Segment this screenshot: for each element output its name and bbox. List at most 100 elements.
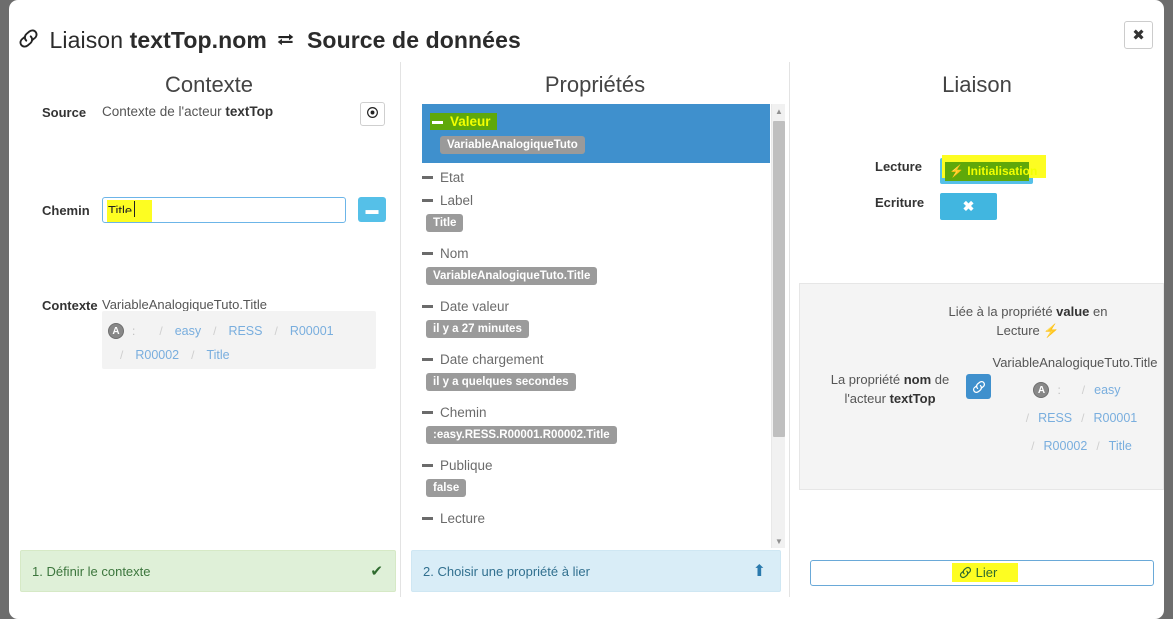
- lecture-button-label: ⚡ Initialisation: [949, 164, 1038, 178]
- ecriture-mode-button[interactable]: ✖: [940, 193, 997, 220]
- exchange-arrows-icon: [276, 31, 295, 54]
- breadcrumb-item[interactable]: Title: [206, 348, 229, 362]
- breadcrumb-item[interactable]: RESS: [1038, 411, 1072, 425]
- breadcrumb-separator: /: [1031, 439, 1035, 453]
- dash-icon: ▬: [365, 202, 379, 217]
- property-item[interactable]: Chemin :easy.RESS.R00001.R00002.Title: [422, 402, 770, 453]
- breadcrumb-row: / RESS / R00001: [996, 404, 1158, 432]
- breadcrumb-item[interactable]: R00001: [1093, 411, 1137, 425]
- property-name-row: Date chargement: [422, 349, 770, 370]
- property-item[interactable]: Date chargement il y a quelques secondes: [422, 349, 770, 400]
- property-item[interactable]: Publique false: [422, 455, 770, 506]
- contexte-path: VariableAnalogiqueTuto.Title: [102, 297, 268, 312]
- breadcrumb-item[interactable]: easy: [175, 324, 201, 338]
- lier-label: Lier: [975, 565, 998, 580]
- chemin-input[interactable]: [102, 197, 346, 223]
- liee-mode: Lecture ⚡: [996, 323, 1060, 338]
- link-indicator-icon: [966, 374, 991, 399]
- step-1-definir-contexte[interactable]: 1. Définir le contexte ✔: [20, 550, 396, 592]
- actor-property-description: La propriété nom de l'acteur textTop: [820, 370, 960, 408]
- breadcrumb-item[interactable]: R00001: [290, 324, 334, 338]
- column-divider-1: [400, 62, 401, 597]
- prop-name: nom: [903, 372, 932, 387]
- scrollbar-thumb[interactable]: [773, 121, 785, 437]
- breadcrumb-row: A : / easy: [996, 376, 1158, 404]
- arrow-up-icon: ⬆: [752, 563, 766, 580]
- property-item[interactable]: Date valeur il y a 27 minutes: [422, 296, 770, 347]
- text-caret: [134, 201, 135, 217]
- property-value-tag: false: [426, 479, 467, 497]
- property-name: Date valeur: [440, 299, 510, 314]
- property-value-tag: il y a 27 minutes: [426, 320, 529, 338]
- prop-pre: La propriété: [830, 372, 904, 387]
- breadcrumb-separator: /: [274, 324, 278, 338]
- breadcrumb-colon: :: [132, 324, 136, 338]
- property-item-selected[interactable]: Valeur VariableAnalogiqueTuto: [422, 104, 770, 163]
- breadcrumb-separator: /: [191, 348, 195, 362]
- link-icon: [18, 28, 39, 55]
- property-name-highlight: Valeur: [430, 113, 497, 130]
- breadcrumb-item[interactable]: easy: [1094, 383, 1120, 397]
- liaison-breadcrumb: A : / easy / RESS / R00001 / R00002 / Ti…: [996, 376, 1158, 460]
- liaison-path: VariableAnalogiqueTuto.Title: [992, 355, 1158, 370]
- scroll-down-arrow-icon[interactable]: ▼: [772, 534, 786, 548]
- property-name: Lecture: [440, 511, 486, 526]
- breadcrumb-colon: :: [1057, 383, 1061, 397]
- chemin-clear-button[interactable]: ▬: [358, 197, 386, 222]
- link-icon: [959, 565, 976, 580]
- property-value-tag: VariableAnalogiqueTuto: [440, 136, 585, 154]
- page-title: Liaison textTop.nom Source de données: [18, 27, 521, 55]
- liee-pre: Liée à la propriété: [948, 304, 1057, 319]
- column-title-proprietes: Propriétés: [544, 72, 646, 97]
- check-icon: ✔: [370, 563, 383, 580]
- property-name-row: Chemin: [422, 402, 770, 423]
- column-divider-2: [789, 62, 790, 597]
- actor-name: textTop: [889, 391, 936, 406]
- breadcrumb-item[interactable]: R00002: [1044, 439, 1088, 453]
- breadcrumb-item[interactable]: RESS: [228, 324, 262, 338]
- source-value: Contexte de l'acteur textTop: [102, 104, 273, 119]
- column-title-contexte: Contexte: [164, 72, 254, 97]
- bullet-dash-icon: [422, 176, 433, 179]
- properties-list[interactable]: Valeur VariableAnalogiqueTuto Etat Label…: [422, 104, 770, 548]
- breadcrumb-item[interactable]: Title: [1109, 439, 1132, 453]
- lier-button-content: Lier: [959, 565, 997, 580]
- breadcrumb-separator: /: [120, 348, 124, 362]
- title-target: textTop.nom: [129, 27, 267, 53]
- close-icon: ✖: [1132, 27, 1145, 44]
- property-item[interactable]: Label Title: [422, 190, 770, 241]
- bullet-dash-icon: [422, 252, 433, 255]
- bullet-dash-icon: [422, 305, 433, 308]
- chemin-label: Chemin: [42, 203, 90, 218]
- source-value-text: Contexte de l'acteur: [102, 104, 222, 119]
- dialog-header: Liaison textTop.nom Source de données ✖: [9, 0, 1164, 62]
- actor-badge-icon: A: [108, 323, 124, 339]
- step-2-choisir-propriete[interactable]: 2. Choisir une propriété à lier ⬆: [411, 550, 781, 592]
- property-item[interactable]: Nom VariableAnalogiqueTuto.Title: [422, 243, 770, 294]
- cross-icon: ✖: [962, 198, 975, 214]
- property-name-row: Label: [422, 190, 770, 211]
- breadcrumb-row: / R00002 / Title: [108, 343, 370, 367]
- breadcrumb-row: A : / easy / RESS / R00001: [108, 319, 370, 343]
- property-item[interactable]: Etat: [422, 167, 770, 188]
- column-title-liaison: Liaison: [942, 72, 1012, 97]
- breadcrumb-item[interactable]: R00002: [135, 348, 179, 362]
- breadcrumb-separator: /: [1081, 383, 1086, 397]
- properties-scrollbar[interactable]: ▲ ▼: [771, 104, 785, 548]
- liee-property: value: [1056, 304, 1090, 319]
- bullet-dash-icon: [422, 199, 433, 202]
- property-item[interactable]: Lecture: [422, 508, 770, 529]
- property-value-tag: il y a quelques secondes: [426, 373, 576, 391]
- source-label: Source: [42, 105, 87, 120]
- target-picker-button[interactable]: [360, 102, 385, 126]
- close-button[interactable]: ✖: [1124, 21, 1153, 49]
- property-name: Valeur: [450, 114, 491, 129]
- property-name: Publique: [440, 458, 493, 473]
- breadcrumb-separator: /: [159, 324, 163, 338]
- actor-badge-icon: A: [1033, 382, 1050, 398]
- liee-post: en: [1089, 304, 1108, 319]
- scroll-up-arrow-icon[interactable]: ▲: [772, 104, 786, 118]
- ecriture-label: Ecriture: [875, 195, 925, 210]
- liaison-summary-box: Liée à la propriété value en Lecture ⚡ L…: [799, 283, 1164, 490]
- property-name: Chemin: [440, 405, 487, 420]
